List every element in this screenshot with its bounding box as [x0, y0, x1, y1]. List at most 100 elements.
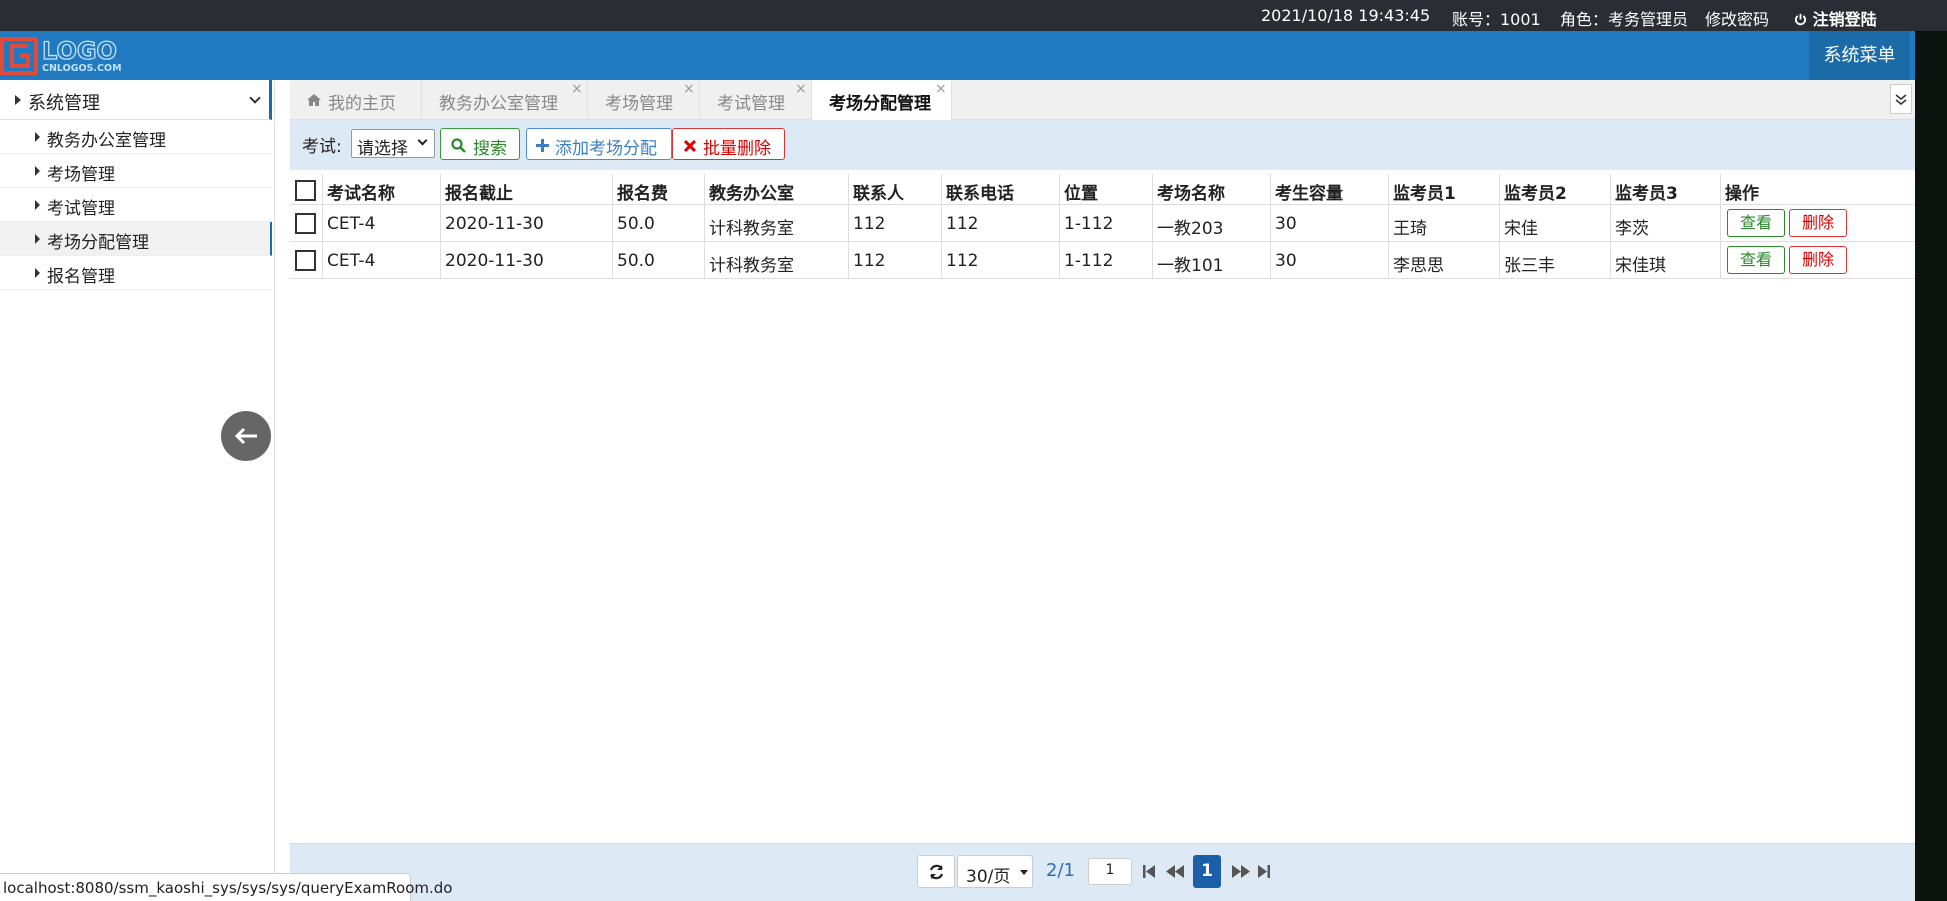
table-cell: CET-4 [323, 205, 441, 241]
caret-right-icon [35, 268, 40, 278]
collapse-sidebar-button[interactable] [221, 411, 271, 461]
cell-text: 112 [853, 214, 886, 234]
table-cell: 一教203 [1153, 205, 1271, 241]
current-page-number: 1 [1201, 861, 1213, 881]
first-page-icon[interactable] [1142, 864, 1156, 879]
cell-text: CET-4 [327, 214, 376, 234]
batch-delete-button[interactable]: 批量删除 [672, 128, 785, 160]
cell-text: 宋佳 [1504, 219, 1538, 239]
table-header-row: 考试名称 报名截止 报名费 教务办公室 联系人 联系电话 位置 考场名称 考生容… [290, 174, 1915, 205]
actions-cell: 查看 删除 [1721, 205, 1915, 241]
top-status-bar: 2021/10/18 19:43:45 账号：1001 角色：考务管理员 修改密… [0, 0, 1947, 31]
previous-page-icon[interactable] [1165, 864, 1185, 879]
logout-label: 注销登陆 [1812, 10, 1877, 29]
tab-exam[interactable]: 考试管理 × [700, 80, 812, 120]
cell-text: 112 [853, 251, 886, 271]
column-header: 考场名称 [1153, 174, 1271, 204]
next-page-icon[interactable] [1231, 864, 1251, 879]
close-icon[interactable]: × [571, 81, 583, 97]
column-header: 教务办公室 [705, 174, 849, 204]
table-cell: 2020-11-30 [441, 242, 613, 278]
sidebar-item-registration[interactable]: 报名管理 [0, 256, 272, 290]
sidebar-item-label: 教务办公室管理 [47, 131, 166, 151]
cell-text: 2020-11-30 [445, 214, 544, 234]
cell-text: 50.0 [617, 214, 655, 234]
column-header-label: 联系人 [853, 184, 904, 204]
pagination-bar: 30/页 2/1 1 1 [290, 843, 1915, 901]
cell-text: 宋佳琪 [1615, 256, 1666, 276]
delete-button[interactable]: 删除 [1789, 209, 1847, 237]
search-button-label: 搜索 [473, 139, 507, 159]
row-checkbox[interactable] [295, 250, 316, 271]
sidebar-group-system[interactable]: 系统管理 [0, 80, 272, 120]
cell-text: 1-112 [1064, 214, 1114, 234]
table-cell: 王琦 [1389, 205, 1500, 241]
close-icon[interactable]: × [935, 81, 947, 97]
column-header-label: 监考员1 [1393, 184, 1456, 204]
cell-text: 计科教务室 [709, 219, 794, 239]
tab-label: 考试管理 [717, 94, 785, 114]
double-chevron-down-icon [1895, 94, 1907, 106]
tab-label: 我的主页 [328, 94, 396, 114]
refresh-button[interactable] [917, 855, 955, 888]
chevron-down-icon [249, 92, 261, 104]
caret-right-icon [35, 166, 40, 176]
actions-cell: 查看 删除 [1721, 242, 1915, 278]
table-cell: 1-112 [1060, 242, 1153, 278]
table-cell: 30 [1271, 242, 1389, 278]
column-header-label: 监考员2 [1504, 184, 1567, 204]
column-header: 操作 [1721, 174, 1915, 204]
logout-link[interactable]: 注销登陆 [1794, 6, 1877, 30]
caret-down-icon [1020, 870, 1028, 875]
column-header-label: 考试名称 [327, 184, 395, 204]
sidebar-item-exam[interactable]: 考试管理 [0, 188, 272, 222]
refresh-icon [929, 864, 944, 880]
table-cell: 112 [849, 205, 942, 241]
column-header-label: 操作 [1725, 184, 1759, 204]
sidebar-item-room-allocation[interactable]: 考场分配管理 [0, 222, 272, 256]
cell-text: 王琦 [1393, 219, 1427, 239]
search-button[interactable]: 搜索 [440, 128, 520, 160]
tab-office[interactable]: 教务办公室管理 × [422, 80, 588, 120]
sidebar-item-exam-room[interactable]: 考场管理 [0, 154, 272, 188]
filter-toolbar: 考试: 请选择 搜索 添加考场分配 批量删除 [290, 120, 1915, 170]
page-size-select[interactable]: 30/页 [957, 855, 1033, 888]
system-menu-button[interactable]: 系统菜单 [1809, 31, 1910, 80]
select-all-checkbox[interactable] [295, 180, 316, 201]
cell-text: CET-4 [327, 251, 376, 271]
cell-text: 112 [946, 251, 979, 271]
current-page-button[interactable]: 1 [1193, 855, 1221, 888]
row-checkbox[interactable] [295, 213, 316, 234]
column-header: 位置 [1060, 174, 1153, 204]
add-button-label: 添加考场分配 [555, 139, 657, 159]
sidebar-item-office[interactable]: 教务办公室管理 [0, 120, 272, 154]
page-info: 2/1 [1046, 860, 1075, 881]
column-header: 监考员1 [1389, 174, 1500, 204]
exam-select[interactable]: 请选择 [351, 129, 435, 159]
tab-exam-room[interactable]: 考场管理 × [588, 80, 700, 120]
sidebar-item-label: 报名管理 [47, 267, 115, 287]
cell-text: 张三丰 [1504, 256, 1555, 276]
status-url: localhost:8080/ssm_kaoshi_sys/sys/sys/qu… [3, 879, 453, 897]
page-size-value: 30/页 [966, 867, 1011, 887]
tab-home[interactable]: 我的主页 [290, 80, 422, 120]
add-allocation-button[interactable]: 添加考场分配 [526, 128, 672, 160]
table-cell: 2020-11-30 [441, 205, 613, 241]
tab-room-allocation[interactable]: 考场分配管理 × [812, 80, 952, 121]
page-number-input[interactable]: 1 [1088, 858, 1132, 885]
cell-text: 李茨 [1615, 219, 1649, 239]
view-button[interactable]: 查看 [1727, 246, 1785, 274]
column-header-label: 报名截止 [445, 184, 513, 204]
table-cell: 1-112 [1060, 205, 1153, 241]
change-password-link[interactable]: 修改密码 [1705, 6, 1769, 30]
close-icon[interactable]: × [795, 81, 807, 97]
account-info: 账号：1001 [1452, 10, 1541, 29]
view-button[interactable]: 查看 [1727, 209, 1785, 237]
delete-button[interactable]: 删除 [1789, 246, 1847, 274]
table-cell: 112 [942, 205, 1060, 241]
close-icon[interactable]: × [683, 81, 695, 97]
app-header: LOGO CNLOGOS.COM 系统菜单 [0, 31, 1947, 80]
sidebar-item-label: 考试管理 [47, 199, 115, 219]
last-page-icon[interactable] [1257, 864, 1271, 879]
tabs-dropdown-button[interactable] [1890, 84, 1912, 114]
